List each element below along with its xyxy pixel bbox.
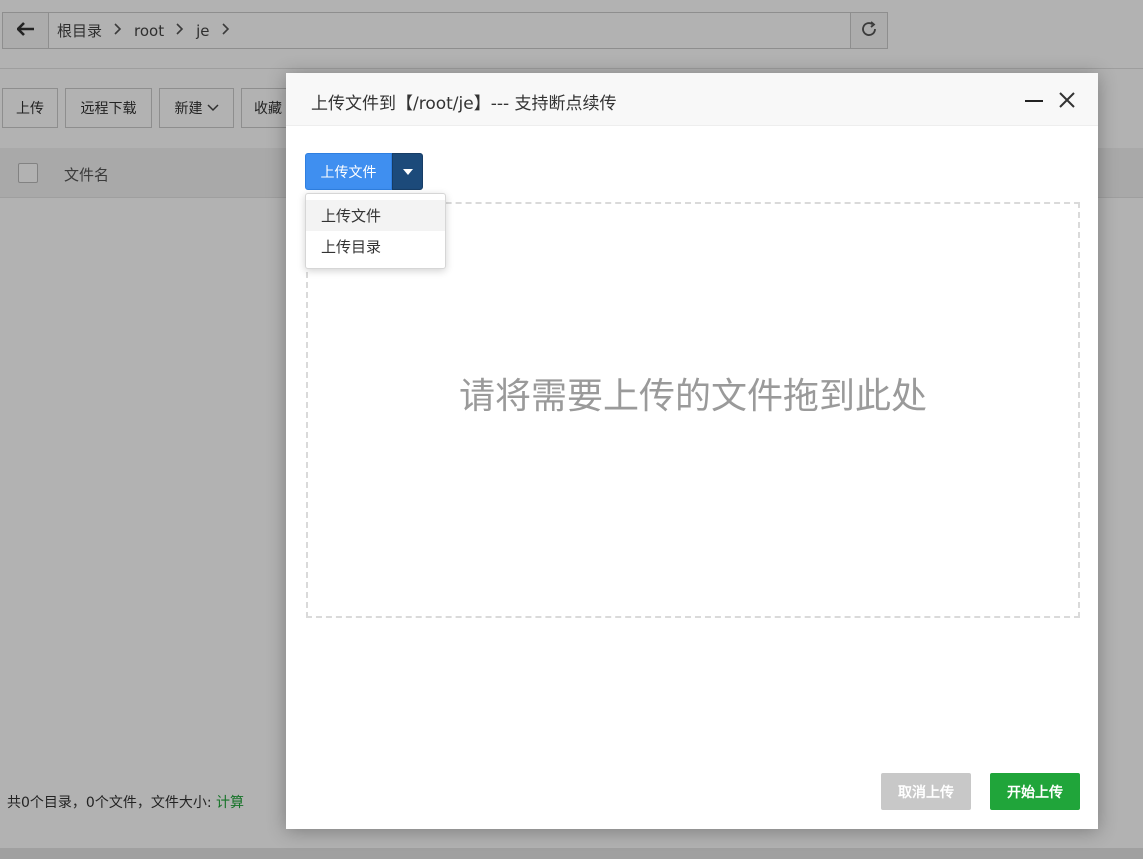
menu-item-upload-file[interactable]: 上传文件 — [306, 200, 445, 231]
upload-split-button: 上传文件 — [305, 153, 423, 190]
upload-dropdown-menu: 上传文件 上传目录 — [305, 193, 446, 269]
upload-dialog: 上传文件到【/root/je】--- 支持断点续传 请将需要上传的文件拖到此处 … — [286, 73, 1098, 829]
dialog-header: 上传文件到【/root/je】--- 支持断点续传 — [286, 73, 1098, 126]
cancel-upload-button[interactable]: 取消上传 — [881, 773, 971, 810]
menu-item-upload-dir[interactable]: 上传目录 — [306, 231, 445, 262]
file-manager-page: 根目录 root je 上传 远程下载 新建 收藏 文件名 共0个目录，0个文件… — [0, 0, 1143, 859]
drop-hint: 请将需要上传的文件拖到此处 — [458, 376, 927, 417]
caret-down-icon — [402, 168, 413, 175]
dialog-title: 上传文件到【/root/je】--- 支持断点续传 — [311, 94, 617, 114]
start-upload-button[interactable]: 开始上传 — [990, 773, 1080, 810]
upload-file-button[interactable]: 上传文件 — [305, 153, 392, 190]
upload-dropdown-toggle[interactable] — [392, 153, 423, 190]
close-icon[interactable] — [1056, 89, 1078, 111]
minimize-icon[interactable] — [1023, 90, 1045, 110]
